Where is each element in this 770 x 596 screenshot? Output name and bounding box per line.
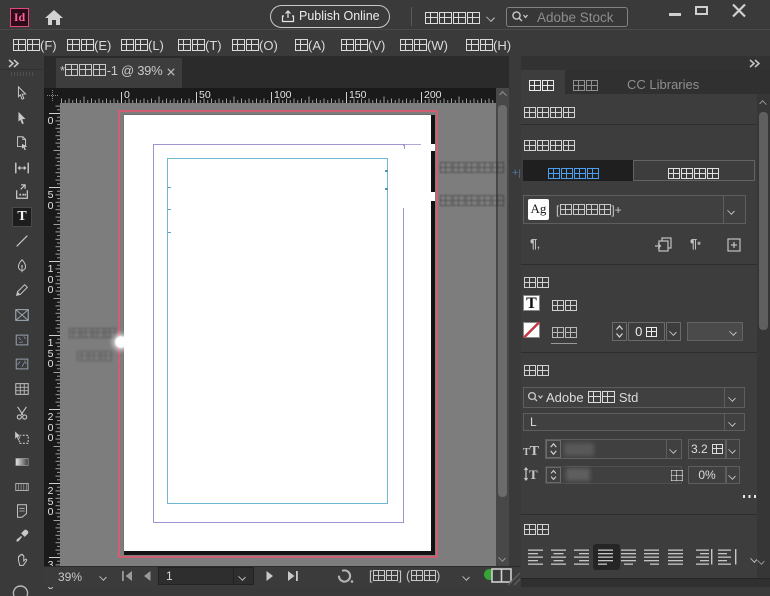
svg-text:T: T [529, 467, 538, 482]
